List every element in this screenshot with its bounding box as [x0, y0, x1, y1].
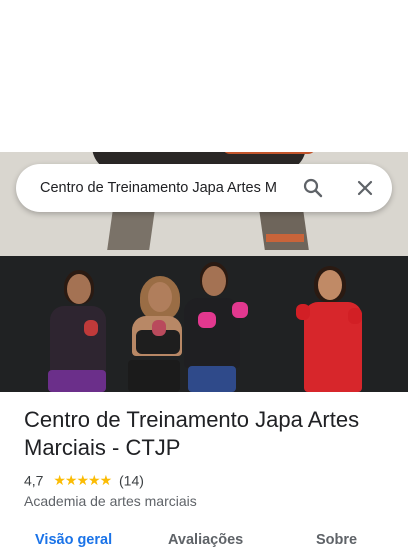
search-icon[interactable]	[301, 176, 325, 200]
search-bar[interactable]: Centro de Treinamento Japa Artes M	[16, 164, 392, 212]
place-title: Centro de Treinamento Japa Artes Marciai…	[24, 407, 360, 460]
tab-overview[interactable]: Visão geral	[35, 532, 112, 548]
tab-reviews[interactable]: Avaliações	[168, 532, 243, 548]
photo-banner-left	[107, 210, 155, 250]
photo-banner-right	[259, 210, 309, 250]
close-icon[interactable]	[353, 176, 377, 200]
star-rating-icon: ★★★★★	[53, 471, 112, 488]
place-category[interactable]: Academia de artes marciais	[24, 493, 197, 509]
rating-row[interactable]: 4,7 ★★★★★ (14)	[24, 471, 144, 491]
tab-about[interactable]: Sobre	[316, 532, 357, 548]
tab-bar: Visão geral Avaliações Sobre	[0, 530, 408, 548]
rating-value: 4,7	[24, 472, 44, 489]
review-count[interactable]: (14)	[119, 472, 144, 488]
search-input[interactable]: Centro de Treinamento Japa Artes M	[40, 164, 286, 212]
